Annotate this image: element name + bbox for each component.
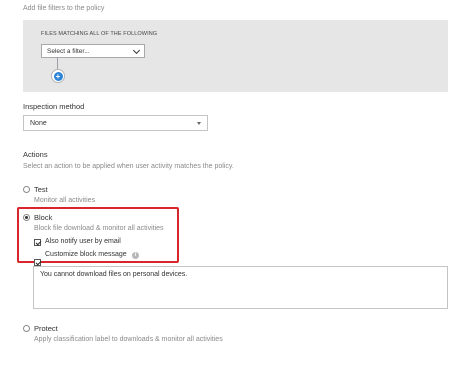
plus-icon: + bbox=[53, 71, 63, 81]
dropdown-arrow-icon bbox=[197, 121, 201, 125]
test-description: Monitor all activities bbox=[34, 197, 96, 204]
block-description: Block file download & monitor all activi… bbox=[34, 225, 164, 232]
protect-description: Apply classification label to downloads … bbox=[34, 336, 223, 343]
add-filter-button[interactable]: + bbox=[51, 69, 65, 83]
block-radio[interactable] bbox=[23, 214, 30, 221]
protect-title: Protect bbox=[34, 324, 58, 333]
actions-label: Actions bbox=[23, 150, 48, 159]
test-title: Test bbox=[34, 185, 48, 194]
protect-radio[interactable] bbox=[23, 325, 30, 332]
info-icon[interactable]: i bbox=[132, 252, 139, 259]
connector-line bbox=[57, 58, 58, 69]
inspection-method-select[interactable]: None bbox=[23, 115, 208, 131]
block-title: Block bbox=[34, 213, 53, 222]
actions-description: Select an action to be applied when user… bbox=[23, 163, 234, 170]
notify-email-checkbox[interactable] bbox=[34, 239, 41, 246]
files-matching-label: FILES MATCHING ALL OF THE FOLLOWING bbox=[41, 31, 158, 37]
inspection-method-value: None bbox=[30, 119, 47, 127]
filters-heading: Add file filters to the policy bbox=[23, 5, 105, 12]
test-radio[interactable] bbox=[23, 186, 30, 193]
filter-select-placeholder: Select a filter... bbox=[47, 47, 90, 55]
chevron-down-icon bbox=[132, 46, 141, 54]
notify-email-label: Also notify user by email bbox=[45, 238, 121, 245]
customize-message-checkbox[interactable] bbox=[34, 259, 41, 266]
filter-select[interactable]: Select a filter... bbox=[41, 44, 145, 58]
inspection-method-label: Inspection method bbox=[23, 102, 85, 111]
customize-message-label: Customize block message bbox=[45, 251, 127, 258]
block-message-textarea[interactable]: You cannot download files on personal de… bbox=[33, 266, 448, 309]
